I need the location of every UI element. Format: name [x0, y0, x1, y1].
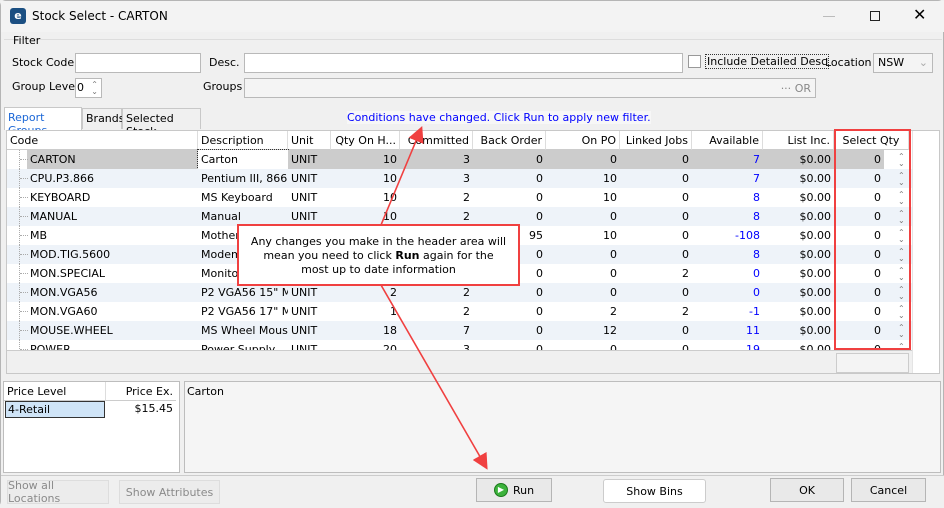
callout-run-emphasis: Run [395, 249, 420, 262]
annotation-callout: Any changes you make in the header area … [237, 224, 520, 286]
callout-text: again for the [419, 249, 494, 262]
arrow-to-run [380, 284, 488, 470]
callout-line-3: most up to date information [301, 263, 456, 276]
arrow-to-notice [380, 126, 424, 226]
callout-line-2: mean you need to click Run again for the [239, 249, 518, 263]
callout-line-1: Any changes you make in the header area … [250, 235, 507, 248]
callout-text: mean you need to click [263, 249, 396, 262]
stock-select-window: e Stock Select - CARTON ✕ Filter Stock C… [0, 0, 944, 508]
